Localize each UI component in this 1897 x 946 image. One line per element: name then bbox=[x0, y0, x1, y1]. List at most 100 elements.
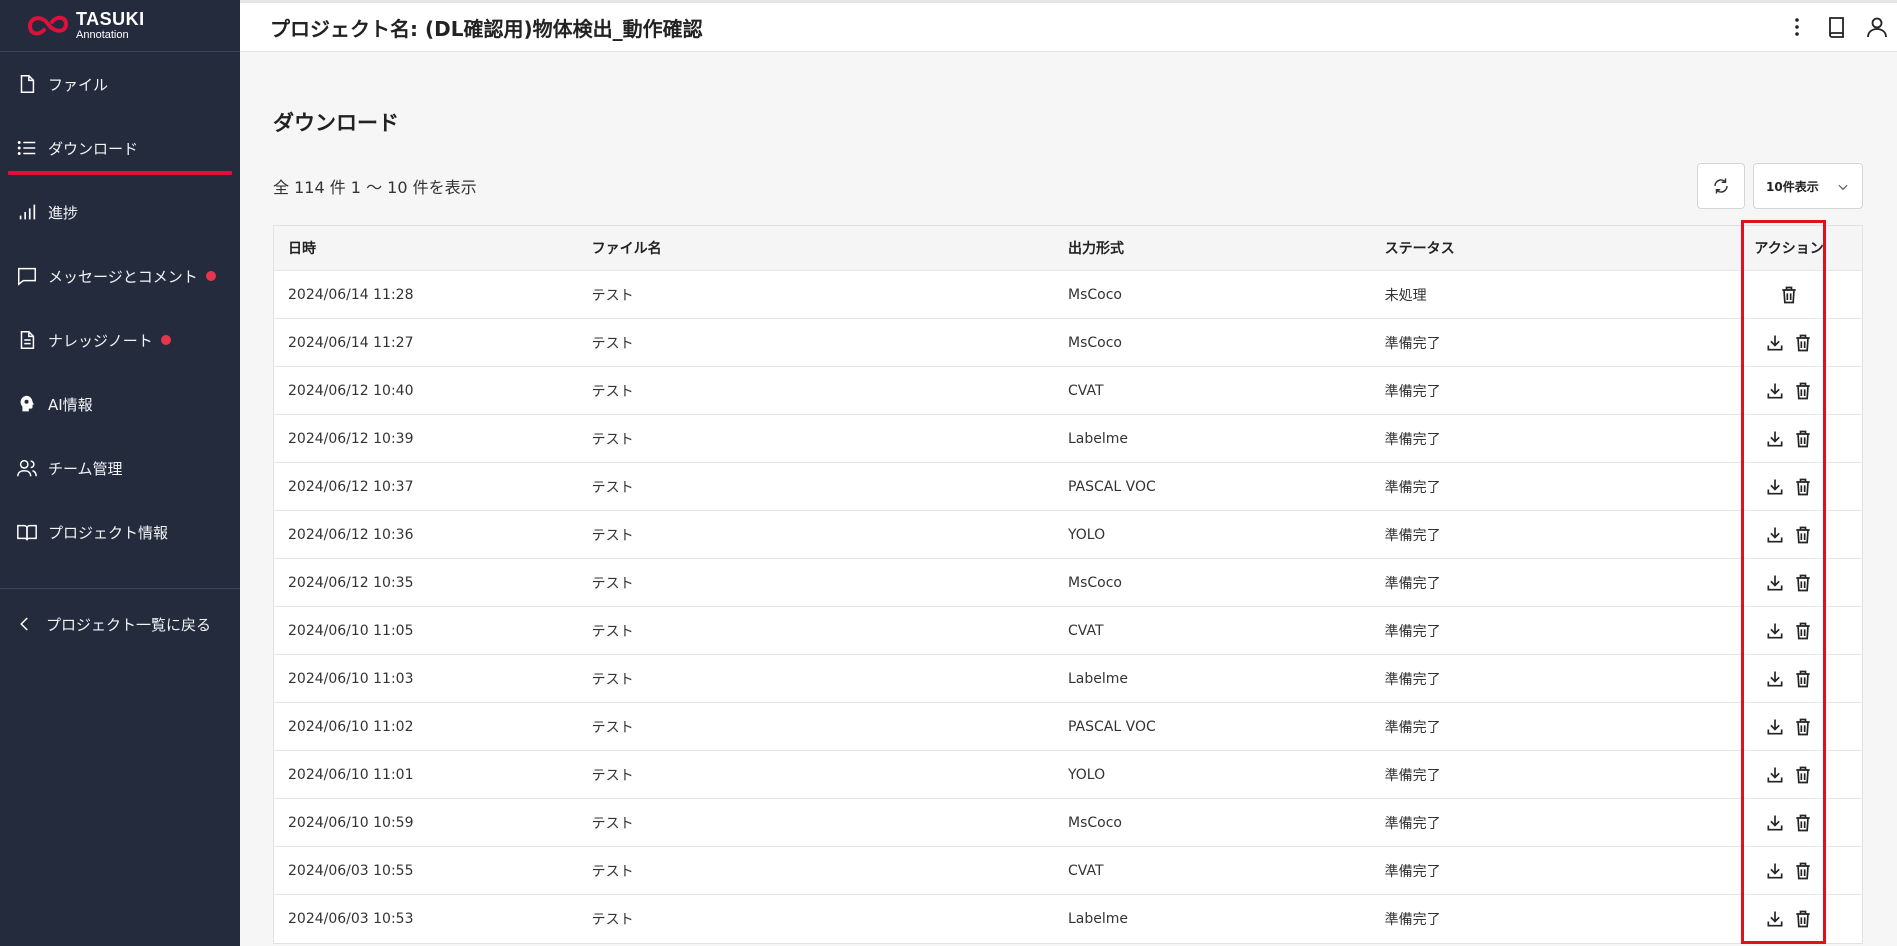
ai-head-icon bbox=[16, 393, 38, 415]
sidebar-item-file[interactable]: ファイル bbox=[0, 52, 240, 116]
download-icon[interactable] bbox=[1764, 572, 1786, 594]
trash-icon[interactable] bbox=[1792, 572, 1814, 594]
trash-icon[interactable] bbox=[1792, 764, 1814, 786]
download-icon[interactable] bbox=[1764, 860, 1786, 882]
table-row: 2024/06/12 10:40 テスト CVAT 準備完了 bbox=[274, 367, 1862, 415]
table-row: 2024/06/10 11:01 テスト YOLO 準備完了 bbox=[274, 751, 1862, 799]
app-logo[interactable]: TASUKI Annotation bbox=[0, 0, 240, 52]
notification-dot bbox=[160, 335, 171, 345]
sidebar-item-download[interactable]: ダウンロード bbox=[0, 116, 240, 180]
back-label: プロジェクト一覧に戻る bbox=[46, 615, 212, 634]
refresh-icon bbox=[1714, 178, 1728, 194]
cell-format: MsCoco bbox=[1068, 286, 1122, 303]
user-menu-button[interactable] bbox=[1857, 7, 1897, 47]
chevron-down-icon bbox=[1838, 184, 1848, 191]
download-icon[interactable] bbox=[1764, 668, 1786, 690]
document-icon bbox=[16, 329, 38, 351]
sidebar-item-progress[interactable]: 進捗 bbox=[0, 180, 240, 244]
cell-filename: テスト bbox=[591, 287, 634, 304]
download-icon[interactable] bbox=[1764, 620, 1786, 642]
cell-filename: テスト bbox=[591, 479, 634, 496]
cell-status: 準備完了 bbox=[1384, 383, 1441, 400]
cell-filename: テスト bbox=[591, 671, 634, 688]
cell-status: 準備完了 bbox=[1384, 912, 1441, 928]
cell-actions bbox=[1716, 572, 1862, 594]
cell-status: 未処理 bbox=[1384, 287, 1427, 304]
trash-icon[interactable] bbox=[1792, 380, 1814, 402]
download-icon[interactable] bbox=[1764, 428, 1786, 450]
cell-status: 準備完了 bbox=[1384, 815, 1441, 832]
sidebar-item-label: ファイル bbox=[48, 75, 109, 94]
list-icon bbox=[16, 137, 38, 159]
trash-icon[interactable] bbox=[1792, 428, 1814, 450]
page-title: ダウンロード bbox=[273, 111, 399, 135]
sidebar-item-ai-info[interactable]: AI情報 bbox=[0, 372, 240, 436]
table-row: 2024/06/14 11:27 テスト MsCoco 準備完了 bbox=[274, 319, 1862, 367]
trash-icon[interactable] bbox=[1792, 476, 1814, 498]
table-row: 2024/06/12 10:35 テスト MsCoco 準備完了 bbox=[274, 559, 1862, 607]
cell-actions bbox=[1716, 812, 1862, 834]
download-icon[interactable] bbox=[1764, 812, 1786, 834]
manual-button[interactable] bbox=[1817, 7, 1857, 47]
book-icon bbox=[1829, 17, 1844, 38]
cell-format: Labelme bbox=[1068, 911, 1129, 927]
sidebar-item-knowledge[interactable]: ナレッジノート bbox=[0, 308, 240, 372]
cell-actions bbox=[1716, 284, 1862, 306]
cell-date: 2024/06/12 10:37 bbox=[288, 478, 414, 495]
cell-actions bbox=[1716, 764, 1862, 786]
sidebar-item-team[interactable]: チーム管理 bbox=[0, 436, 240, 500]
more-menu-button[interactable] bbox=[1777, 7, 1817, 47]
table-toolbar: 全 114 件 1 〜 10 件を表示 10件表示 bbox=[273, 163, 1863, 209]
cell-filename: テスト bbox=[591, 575, 634, 592]
trash-icon[interactable] bbox=[1792, 908, 1814, 930]
sidebar-item-label: プロジェクト情報 bbox=[48, 523, 169, 542]
column-header-action: アクション bbox=[1754, 241, 1824, 257]
download-icon[interactable] bbox=[1764, 332, 1786, 354]
trash-icon[interactable] bbox=[1792, 860, 1814, 882]
cell-date: 2024/06/12 10:39 bbox=[288, 430, 414, 447]
cell-actions bbox=[1716, 476, 1862, 498]
cell-status: 準備完了 bbox=[1384, 431, 1441, 448]
trash-icon[interactable] bbox=[1792, 668, 1814, 690]
book-icon bbox=[16, 521, 38, 543]
cell-status: 準備完了 bbox=[1384, 767, 1441, 784]
cell-status: 準備完了 bbox=[1384, 863, 1441, 880]
trash-icon[interactable] bbox=[1778, 284, 1800, 306]
message-icon bbox=[16, 265, 38, 287]
cell-date: 2024/06/03 10:55 bbox=[288, 862, 414, 879]
refresh-button[interactable] bbox=[1697, 163, 1745, 209]
cell-actions bbox=[1716, 668, 1862, 690]
trash-icon[interactable] bbox=[1792, 524, 1814, 546]
table-row: 2024/06/10 11:02 テスト PASCAL VOC 準備完了 bbox=[274, 703, 1862, 751]
cell-format: Labelme bbox=[1068, 430, 1129, 447]
sidebar-item-project-info[interactable]: プロジェクト情報 bbox=[0, 500, 240, 564]
column-header-status[interactable]: ステータス bbox=[1385, 238, 1717, 258]
trash-icon[interactable] bbox=[1792, 620, 1814, 642]
sidebar-item-messages[interactable]: メッセージとコメント bbox=[0, 244, 240, 308]
trash-icon[interactable] bbox=[1792, 716, 1814, 738]
download-icon[interactable] bbox=[1764, 908, 1786, 930]
column-header-format[interactable]: 出力形式 bbox=[1068, 238, 1385, 258]
cell-status: 準備完了 bbox=[1384, 479, 1441, 496]
download-table: 日時 ファイル名 出力形式 ステータス アクション 2024/06/14 11:… bbox=[273, 225, 1863, 944]
table-row: 2024/06/03 10:55 テスト CVAT 準備完了 bbox=[274, 847, 1862, 895]
cell-date: 2024/06/10 10:59 bbox=[288, 814, 414, 831]
cell-actions bbox=[1716, 908, 1862, 930]
download-icon[interactable] bbox=[1764, 476, 1786, 498]
cell-format: YOLO bbox=[1068, 526, 1106, 543]
column-header-filename[interactable]: ファイル名 bbox=[592, 238, 1068, 258]
trash-icon[interactable] bbox=[1792, 332, 1814, 354]
download-icon[interactable] bbox=[1764, 524, 1786, 546]
download-icon[interactable] bbox=[1764, 716, 1786, 738]
cell-date: 2024/06/12 10:36 bbox=[288, 526, 414, 543]
cell-format: Labelme bbox=[1068, 670, 1129, 687]
trash-icon[interactable] bbox=[1792, 812, 1814, 834]
download-icon[interactable] bbox=[1764, 764, 1786, 786]
column-header-date[interactable]: 日時 bbox=[274, 238, 592, 258]
cell-date: 2024/06/10 11:03 bbox=[288, 670, 414, 687]
cell-actions bbox=[1716, 428, 1862, 450]
cell-filename: テスト bbox=[591, 431, 634, 448]
per-page-select[interactable]: 10件表示 bbox=[1753, 163, 1863, 209]
download-icon[interactable] bbox=[1764, 380, 1786, 402]
back-to-projects-link[interactable]: プロジェクト一覧に戻る bbox=[0, 589, 240, 659]
